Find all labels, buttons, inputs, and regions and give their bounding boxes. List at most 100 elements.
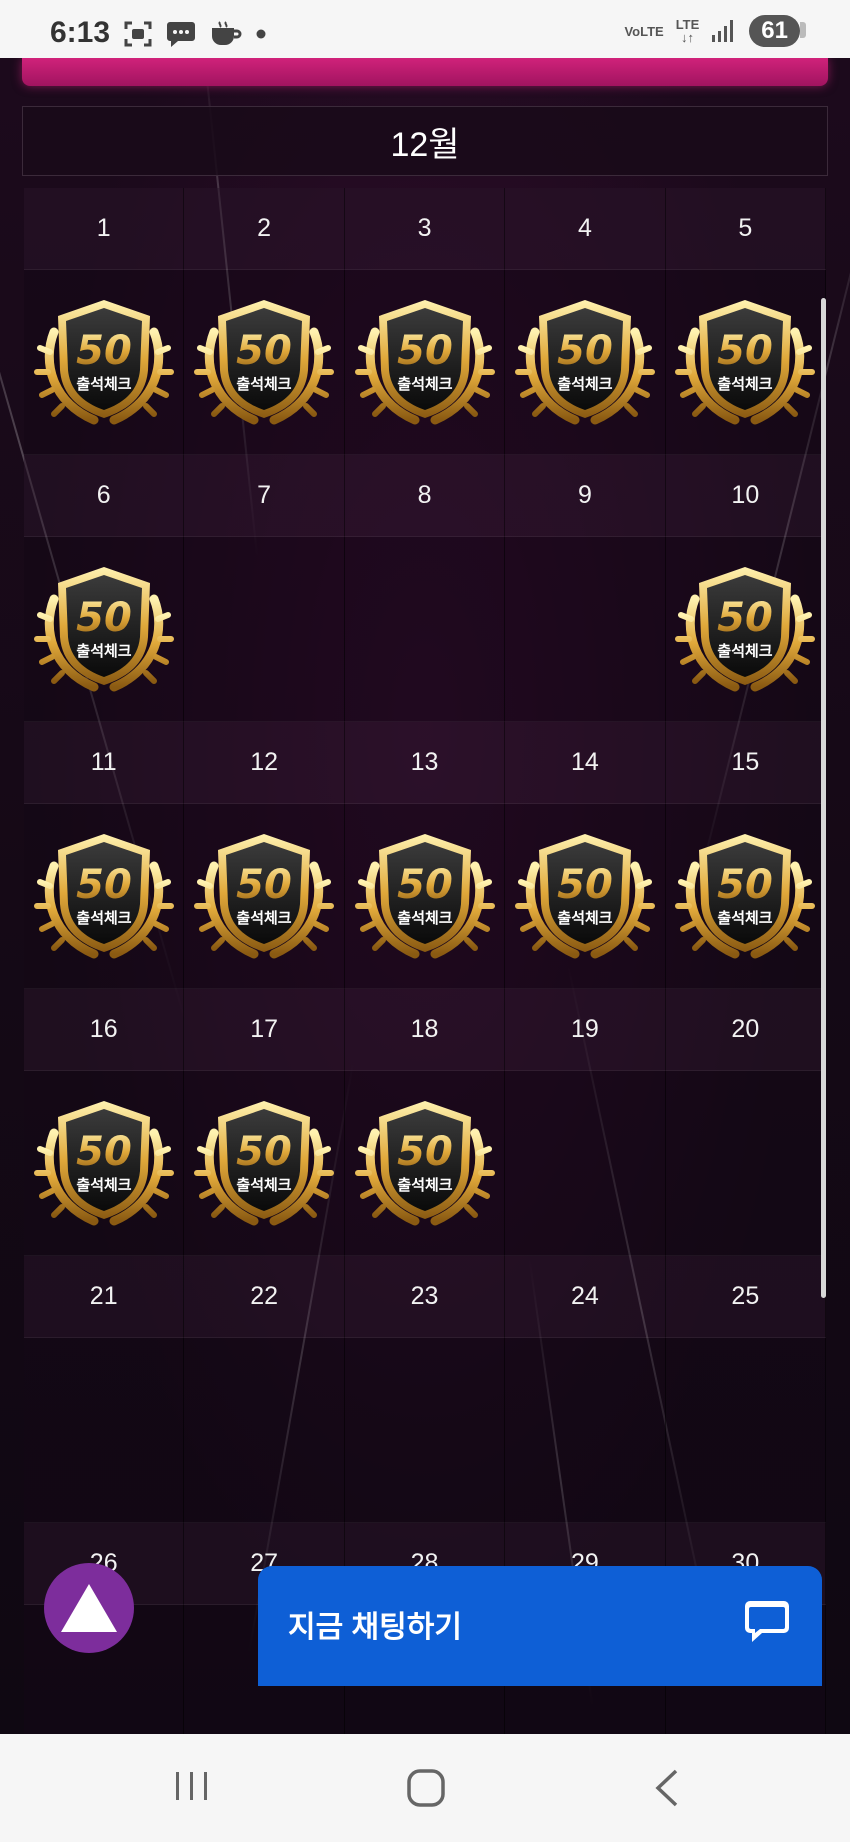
status-notification-icons (124, 20, 266, 48)
calendar-date-row: 11 12 13 14 15 (24, 722, 827, 804)
svg-text:50: 50 (397, 1129, 453, 1175)
battery-indicator: 61 (749, 15, 806, 47)
scroll-to-top-button[interactable] (44, 1563, 134, 1653)
calendar-date-label: 13 (344, 722, 506, 804)
live-chat-button[interactable]: 지금 채팅하기 (258, 1566, 822, 1686)
svg-text:50: 50 (76, 328, 132, 374)
calendar-date-label: 15 (665, 722, 827, 804)
calendar-date-label: 25 (665, 1256, 827, 1338)
svg-text:50: 50 (76, 862, 132, 908)
svg-text:50: 50 (717, 595, 773, 641)
chat-label: 지금 채팅하기 (288, 1611, 462, 1644)
attendance-stamp-cell: 50 출석체크 (24, 270, 185, 455)
attendance-stamp-cell: 50 출석체크 (24, 804, 185, 989)
chat-bubble-icon (167, 22, 195, 47)
status-time: 6:13 (50, 16, 111, 49)
calendar-date-label: 22 (184, 1256, 345, 1338)
calendar-date-label: 24 (505, 1256, 666, 1338)
recent-apps-icon[interactable] (172, 1768, 212, 1804)
svg-text:50: 50 (717, 862, 773, 908)
calendar-date-label: 5 (665, 188, 827, 270)
calendar-date-label: 6 (24, 455, 185, 537)
attendance-stamp-cell: 50 출석체크 (24, 537, 185, 722)
scrollbar[interactable] (821, 298, 826, 1298)
system-navigation-bar (0, 1734, 850, 1842)
calendar-stamp-row: 50 출석체크 50 출석체크 (24, 537, 827, 722)
svg-text:50: 50 (236, 328, 292, 374)
attendance-stamp-icon: 50출석체크 (354, 300, 495, 425)
svg-text:출석체크: 출석체크 (237, 375, 292, 393)
svg-text:50: 50 (397, 328, 453, 374)
calendar-stamp-row (24, 1338, 827, 1523)
coffee-icon (212, 21, 242, 45)
calendar-date-row: 12345 (24, 188, 827, 270)
calendar-date-label: 9 (505, 455, 666, 537)
attendance-stamp-cell: 50 출석체크 (505, 270, 666, 455)
calendar-date-label: 8 (344, 455, 506, 537)
volte-indicator: VoLTE (624, 23, 664, 39)
svg-text:출석체크: 출석체크 (397, 1176, 452, 1194)
empty-day-cell (665, 1338, 827, 1523)
attendance-page: 12월 1 2 3 4 5 50 출석체크 50 출석체크 50 출석체크 50 출석체크 50 출석체크 6… (0, 58, 850, 1734)
svg-text:50: 50 (397, 862, 453, 908)
calendar-date-label: 19 (505, 989, 666, 1071)
status-system-icons: VoLTE LTE ↓↑ 61 (624, 15, 806, 47)
attendance-stamp-cell: 50 출석체크 (184, 804, 345, 989)
calendar-stamp-row: 50 출석체크 50 출석체크 50 출석체크 50 출석체크 50 출석체크 (24, 804, 827, 989)
attendance-stamp-cell: 50 출석체크 (344, 270, 506, 455)
calendar-date-label: 1 (24, 188, 185, 270)
svg-text:출석체크: 출석체크 (397, 375, 452, 393)
attendance-stamp-icon: 50출석체크 (514, 834, 655, 959)
svg-text:출석체크: 출석체크 (237, 909, 292, 927)
calendar-date-label: 17 (184, 989, 345, 1071)
top-banner-bar (22, 58, 828, 86)
svg-text:출석체크: 출석체크 (76, 909, 131, 927)
svg-text:50: 50 (557, 328, 613, 374)
attendance-stamp-cell: 50 출석체크 (24, 1071, 185, 1256)
empty-day-cell (505, 537, 666, 722)
empty-day-cell (184, 1338, 345, 1523)
attendance-stamp-icon: 50출석체크 (354, 834, 495, 959)
svg-text:출석체크: 출석체크 (397, 909, 452, 927)
attendance-stamp-cell: 50 출석체크 (665, 270, 827, 455)
svg-text:출석체크: 출석체크 (718, 909, 773, 927)
attendance-stamp-cell: 50 출석체크 (505, 804, 666, 989)
calendar-date-row: 16 17 18 19 20 (24, 989, 827, 1071)
attendance-stamp-icon: 50출석체크 (675, 300, 816, 425)
svg-text:출석체크: 출석체크 (76, 1176, 131, 1194)
attendance-stamp-icon: 50출석체크 (675, 567, 816, 692)
attendance-stamp-cell: 50 출석체크 (344, 1071, 506, 1256)
calendar-date-row: 21 22 23 24 25 (24, 1256, 827, 1338)
calendar-date-label: 3 (344, 188, 506, 270)
status-bar: 6:13 VoLTE LTE ↓↑ 61 (0, 0, 850, 58)
calendar-date-label: 20 (665, 989, 827, 1071)
svg-text:출석체크: 출석체크 (76, 375, 131, 393)
svg-text:50: 50 (236, 1129, 292, 1175)
attendance-stamp-icon: 50출석체크 (33, 1101, 174, 1226)
empty-day-cell (665, 1071, 827, 1256)
attendance-stamp-cell: 50 출석체크 (344, 804, 506, 989)
svg-text:출석체크: 출석체크 (718, 375, 773, 393)
svg-text:50: 50 (557, 862, 613, 908)
attendance-stamp-icon: 50출석체크 (194, 834, 335, 959)
calendar-date-label: 23 (344, 1256, 506, 1338)
calendar-date-label: 2 (184, 188, 345, 270)
svg-text:50: 50 (76, 595, 132, 641)
attendance-stamp-cell: 50 출석체크 (184, 270, 345, 455)
svg-text:출석체크: 출석체크 (557, 375, 612, 393)
attendance-stamp-cell: 50 출석체크 (665, 537, 827, 722)
back-icon[interactable] (652, 1768, 682, 1808)
screenshot-icon (124, 21, 152, 47)
svg-text:출석체크: 출석체크 (557, 909, 612, 927)
attendance-stamp-icon: 50출석체크 (514, 300, 655, 425)
empty-day-cell (344, 537, 506, 722)
attendance-stamp-cell: 50 출석체크 (184, 1071, 345, 1256)
home-icon[interactable] (406, 1768, 446, 1808)
chat-icon (745, 1601, 789, 1642)
month-title: 12월 (22, 106, 828, 176)
calendar-date-label: 11 (24, 722, 185, 804)
attendance-stamp-icon: 50출석체크 (675, 834, 816, 959)
dot-icon (256, 29, 266, 39)
calendar-date-label: 12 (184, 722, 345, 804)
svg-text:50: 50 (236, 862, 292, 908)
